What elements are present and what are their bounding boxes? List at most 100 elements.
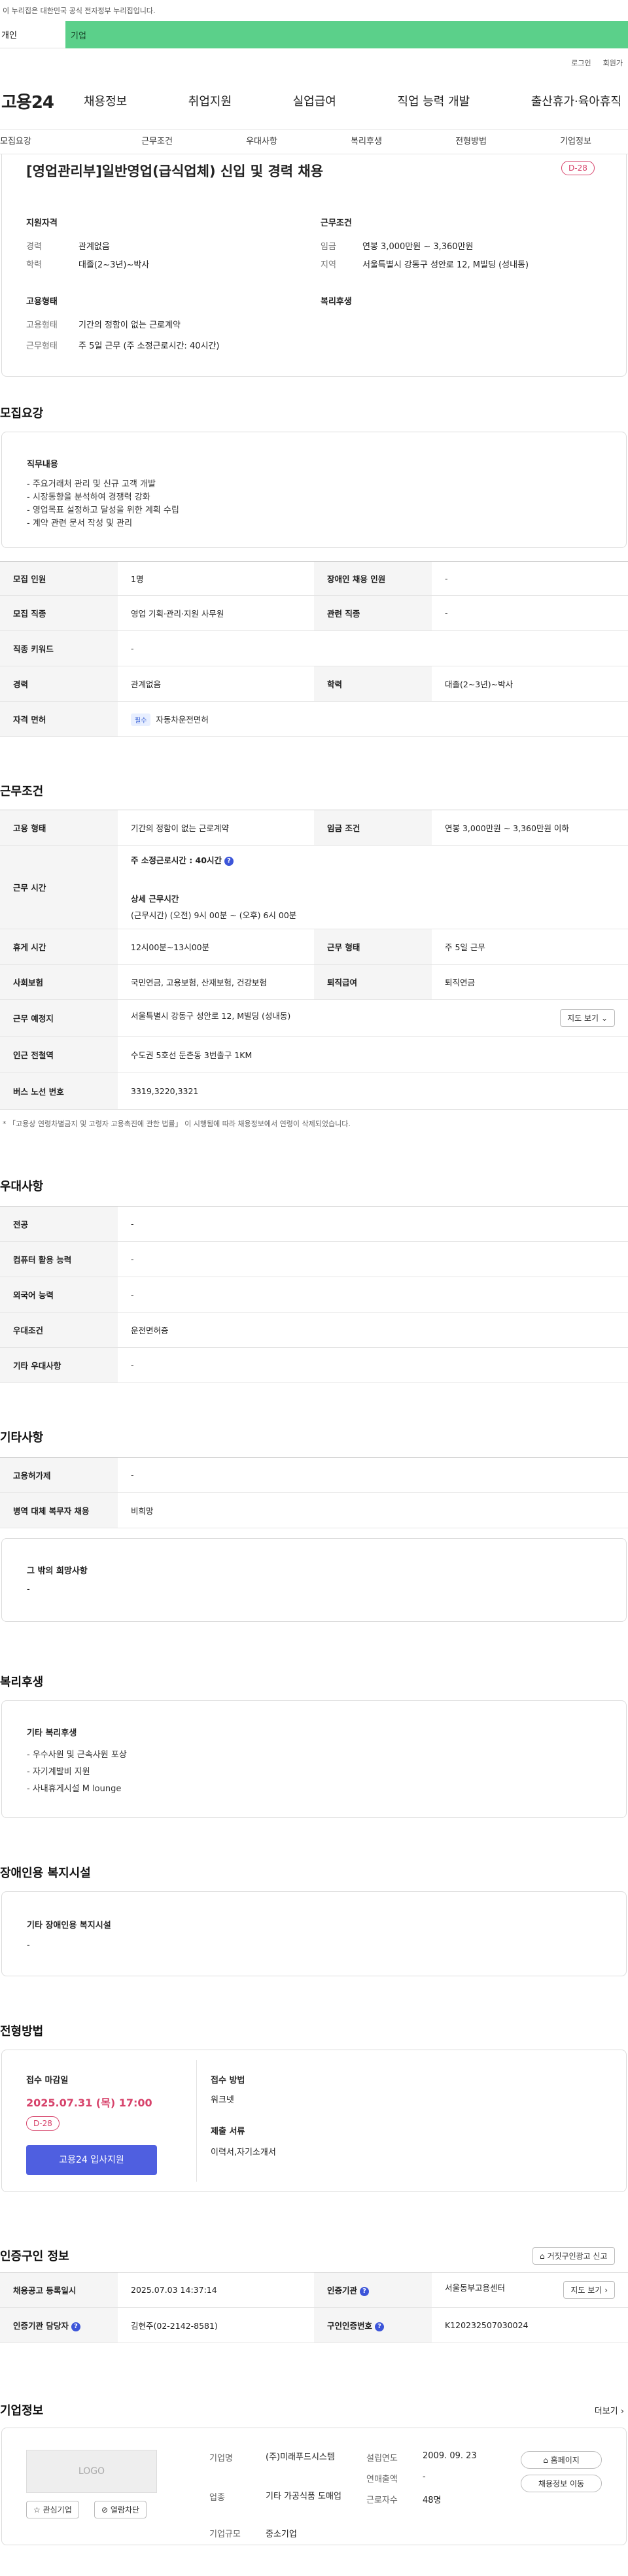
tab-company[interactable]: 기업 [65,21,628,48]
edu-row: 학력 대졸(2~3년)~박사 [26,260,150,270]
nav-item-unemployment[interactable]: 실업급여 [293,92,336,109]
anchor-work[interactable]: 근무조건 [105,130,209,154]
anchor-welfare[interactable]: 복리후생 [314,130,419,154]
company-more-link[interactable]: 더보기 › [595,2404,624,2416]
apply-button[interactable]: 고용24 입사지원 [26,2145,157,2175]
required-badge: 필수 [131,713,151,726]
table-row: 고용 형태 기간의 정함이 없는 근로계약 임금 조건 연봉 3,000만원 ~ 3… [0,810,628,846]
cert-table: 채용공고 등록일시 2025.07.03 14:37:14 인증기관? 서울동부고… [0,2272,628,2343]
cond-heading: 근무조건 [321,218,352,228]
chevron-down-icon: ⌄ [601,1014,608,1023]
dday-badge: D-28 [26,2116,60,2131]
list-item: - 자기계발비 지원 [27,1767,90,1777]
table-row: 병역 대체 복무자 채용 비희망 [0,1492,628,1528]
table-row: 기타 우대사항 - [0,1347,628,1383]
signup-link[interactable]: 회원가 [603,58,623,68]
star-icon: ☆ [33,2505,41,2515]
table-row: 자격 면허 필수 자동차운전면허 [0,701,628,737]
list-item: - 사내휴게시설 M lounge [27,1784,122,1794]
report-false-ad-button[interactable]: ⌂ 거짓구인광고 신고 [532,2247,615,2265]
block-icon: ⊘ [101,2505,109,2515]
favorite-company-button[interactable]: ☆ 관심기업 [26,2501,79,2518]
etc-section-title: 기타사항 [0,1431,44,1445]
disab-box: 기타 장애인용 복지시설 - [1,1891,627,1976]
table-row: 근무 예정지 서울특별시 강동구 성안로 12, M빌딩 (성내동) 지도 보기… [0,999,628,1037]
duty-item: - 계약 관련 문서 작성 및 관리 [27,519,133,528]
qual-heading: 지원자격 [26,218,58,228]
nav-item-training[interactable]: 직업 능력 개발 [397,92,470,109]
util-links: 로그인 회원가 [571,58,623,68]
company-logo: LOGO [26,2450,157,2493]
career-row: 경력 관계없음 [26,242,110,252]
section-anchor-nav: 모집요강 근무조건 우대사항 복리후생 전형방법 기업정보 [0,129,628,154]
duty-item: - 시장동향을 분석하여 경쟁력 강화 [27,492,150,502]
duty-list: - 주요거래처 관리 및 신규 고객 개발 - 시장동향을 분석하여 경쟁력 강… [27,478,179,530]
anchor-process[interactable]: 전형방법 [419,130,523,154]
map-view-button[interactable]: 지도 보기 ⌄ [560,1009,615,1027]
nav-item-employment-support[interactable]: 취업지원 [188,92,232,109]
table-row: 인근 전철역 수도권 5호선 둔촌동 3번출구 1KM [0,1036,628,1073]
anchor-recruit[interactable]: 모집요강 [0,130,105,154]
table-row: 고용허가제 - [0,1457,628,1493]
table-row: 직종 키워드 - [0,630,628,666]
recruit-table: 모집 인원 1명 장애인 채용 인원 - 모집 직종 영업 기획·관리·지원 사무원 … [0,561,628,737]
list-item: - 우수사원 및 근속사원 포상 [27,1750,127,1760]
work-form-row: 근무형태 주 5일 근무 (주 소정근로시간: 40시간) [26,341,220,351]
table-row: 버스 노선 번호 3319,3220,3321 [0,1073,628,1110]
pref-section-title: 우대사항 [0,1180,44,1194]
anchor-pref[interactable]: 우대사항 [209,130,314,154]
duty-item: - 주요거래처 관리 및 신규 고객 개발 [27,479,156,489]
pref-table: 전공 - 컴퓨터 활용 능력 - 외국어 능력 - 우대조건 운전면허증 기타 우대사항… [0,1206,628,1383]
login-link[interactable]: 로그인 [571,58,591,68]
table-row: 모집 직종 영업 기획·관리·지원 사무원 관련 직종 - [0,595,628,631]
table-row: 인증기관 담당자? 김현주(02-2142-8581) 구인인증번호? K12023… [0,2307,628,2343]
recruit-section-title: 모집요강 [0,407,44,421]
company-section-title: 기업정보 [0,2404,44,2418]
table-row: 경력 관계없음 학력 대졸(2~3년)~박사 [0,666,628,702]
site-logo[interactable]: 고용24 [0,89,84,113]
cert-section-title: 인증구인 정보 [0,2250,69,2263]
welfare-heading: 복리후생 [321,297,352,307]
deadline-date: 2025.07.31 (목) 17:00 [26,2097,152,2109]
house-icon: ⌂ [543,2456,548,2465]
divider [196,2060,197,2182]
age-notice: * 「고용상 연령차별금지 및 고령자 고용촉진에 관한 법률」 이 시행됨에 … [3,1120,351,1128]
duty-heading: 직무내용 [27,460,58,470]
help-icon[interactable]: ? [375,2322,385,2331]
table-row: 외국어 능력 - [0,1277,628,1313]
tab-personal[interactable]: 개인 [0,21,65,48]
nav-item-parental-leave[interactable]: 출산휴가·육아휴직 [531,92,621,109]
process-section-title: 전형방법 [0,2025,44,2038]
anchor-company[interactable]: 기업정보 [523,130,628,154]
block-view-button[interactable]: ⊘ 열람차단 [94,2501,147,2518]
other-wish-box: 그 밖의 희망사항 - [1,1538,627,1622]
help-icon[interactable]: ? [360,2286,370,2296]
emp-heading: 고용형태 [26,297,58,307]
region-row: 지역 서울특별시 강동구 성안로 12, M빌딩 (성내동) [321,260,529,270]
disab-section-title: 장애인용 복지시설 [0,1866,91,1880]
map-view-button[interactable]: 지도 보기 › [563,2281,615,2299]
chevron-right-icon: › [620,2407,624,2416]
job-title: [영업관리부]일반영업(급식업체) 신입 및 경력 채용 [26,163,324,179]
duty-box: 직무내용 - 주요거래처 관리 및 신규 고객 개발 - 시장동향을 분석하여 … [1,432,627,548]
help-icon[interactable]: ? [71,2322,80,2331]
dday-badge: D-28 [561,161,595,175]
company-jobs-button[interactable]: 채용정보 이동 [521,2475,602,2492]
house-icon: ⌂ [540,2252,545,2261]
homepage-button[interactable]: ⌂ 홈페이지 [521,2451,602,2469]
gov-banner: 이 누리집은 대한민국 공식 전자정부 누리집입니다. [0,0,628,21]
deadline-heading: 접수 마감일 [26,2076,69,2086]
wage-row: 임금 연봉 3,000만원 ~ 3,360만원 [321,242,474,252]
chevron-right-icon: › [604,2286,608,2295]
welfare-box: 기타 복리후생 - 우수사원 및 근속사원 포상 - 자기계발비 지원 - 사내… [1,1700,627,1818]
main-nav: 고용24 채용정보 취업지원 실업급여 직업 능력 개발 출산휴가·육아휴직 [0,88,628,114]
table-row: 컴퓨터 활용 능력 - [0,1241,628,1277]
emp-type-row: 고용형태 기간의 정함이 없는 근로계약 [26,320,181,330]
nav-item-jobs[interactable]: 채용정보 [84,92,127,109]
table-row: 근무 시간 주 소정근로시간 : 40시간? 상세 근무시간 (근무시간) (오… [0,845,628,929]
help-icon[interactable]: ? [224,856,234,866]
welfare-section-title: 복리후생 [0,1675,44,1689]
duty-item: - 영업목표 설정하고 달성을 위한 계획 수립 [27,506,179,515]
company-name: (주)미래푸드시스템 [266,2452,335,2462]
table-row: 채용공고 등록일시 2025.07.03 14:37:14 인증기관? 서울동부고… [0,2272,628,2308]
